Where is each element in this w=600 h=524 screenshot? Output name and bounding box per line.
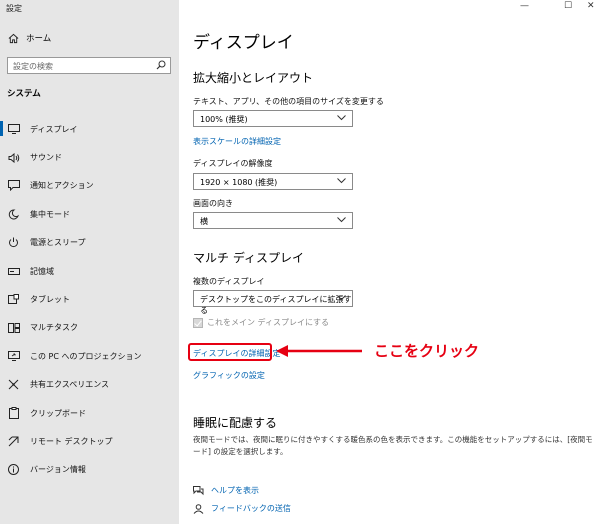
- sidebar-item-power[interactable]: 電源とスリープ: [0, 229, 179, 257]
- sleep-section-heading: 睡眠に配慮する: [193, 416, 278, 430]
- sidebar-item-label: クリップボード: [30, 408, 86, 418]
- help-link-label: ヘルプを表示: [211, 486, 259, 495]
- sidebar-item-about[interactable]: バージョン情報: [0, 456, 179, 484]
- speaker-icon: [7, 151, 20, 164]
- resolution-label: ディスプレイの解像度: [193, 159, 273, 168]
- sidebar-item-tablet[interactable]: タブレット: [0, 285, 179, 313]
- sidebar-item-multitask[interactable]: マルチタスク: [0, 314, 179, 342]
- feedback-link[interactable]: フィードバックの送信: [193, 503, 291, 514]
- sidebar-item-label: タブレット: [30, 295, 70, 305]
- info-icon: [7, 463, 20, 476]
- sidebar-item-label: 共有エクスペリエンス: [30, 380, 110, 390]
- multi-display-dropdown[interactable]: デスクトップをこのディスプレイに拡張する: [193, 290, 353, 315]
- sidebar-item-shared-experiences[interactable]: 共有エクスペリエンス: [0, 371, 179, 399]
- scale-label: テキスト、アプリ、その他の項目のサイズを変更する: [193, 97, 384, 106]
- search-icon: [156, 60, 166, 70]
- notification-icon: [7, 179, 20, 192]
- maximize-button[interactable]: ☐: [564, 1, 572, 11]
- sidebar-item-focus[interactable]: 集中モード: [0, 200, 179, 228]
- main-display-checkbox-row: これをメイン ディスプレイにする: [193, 317, 329, 328]
- nav-list: ディスプレイ サウンド 通知とアクション 集中モード 電源とスリープ 記憶域 タ…: [0, 115, 179, 484]
- close-button[interactable]: ✕: [587, 1, 595, 11]
- multi-display-value: デスクトップをこのディスプレイに拡張する: [200, 295, 352, 315]
- sidebar-item-label: 通知とアクション: [30, 181, 94, 191]
- multi-display-heading: マルチ ディスプレイ: [193, 251, 304, 265]
- home-link[interactable]: ホーム: [8, 32, 51, 44]
- sidebar-item-remote-desktop[interactable]: リモート デスクトップ: [0, 427, 179, 455]
- app-title: 設定: [6, 4, 22, 13]
- orientation-value: 横: [200, 217, 208, 226]
- arrow-icon: [276, 345, 362, 357]
- power-icon: [7, 236, 20, 249]
- graphics-settings-link[interactable]: グラフィックの設定: [193, 370, 265, 381]
- scale-section-heading: 拡大縮小とレイアウト: [193, 71, 314, 85]
- highlight-box: [188, 343, 272, 361]
- chevron-down-icon: [337, 295, 346, 301]
- scale-advanced-link[interactable]: 表示スケールの詳細設定: [193, 136, 281, 147]
- orientation-label: 画面の向き: [193, 199, 233, 208]
- scale-dropdown[interactable]: 100% (推奨): [193, 110, 353, 127]
- main-display-checkbox-label: これをメイン ディスプレイにする: [207, 318, 330, 327]
- sidebar-item-clipboard[interactable]: クリップボード: [0, 399, 179, 427]
- sidebar-item-label: 集中モード: [30, 209, 70, 219]
- home-label: ホーム: [26, 34, 52, 44]
- share-icon: [7, 378, 20, 391]
- search-placeholder: 設定の検索: [13, 62, 53, 71]
- chevron-down-icon: [337, 115, 346, 121]
- page-title: ディスプレイ: [193, 33, 294, 53]
- chevron-down-icon: [337, 178, 346, 184]
- sidebar-item-projection[interactable]: この PC へのプロジェクション: [0, 342, 179, 370]
- multi-display-label: 複数のディスプレイ: [193, 277, 265, 286]
- sidebar-item-label: リモート デスクトップ: [30, 436, 113, 446]
- scale-value: 100% (推奨): [200, 115, 248, 124]
- resolution-value: 1920 × 1080 (推奨): [200, 178, 278, 187]
- home-icon: [8, 33, 19, 43]
- help-icon: [193, 485, 204, 495]
- sleep-description: 夜間モードでは、夜間に眠りに付きやすくする暖色系の色を表示できます。この機能をセ…: [193, 435, 593, 456]
- search-input[interactable]: 設定の検索: [7, 57, 171, 74]
- callout-text: ここをクリック: [374, 342, 480, 360]
- multitask-icon: [7, 321, 20, 334]
- feedback-link-label: フィードバックの送信: [211, 504, 291, 513]
- tablet-icon: [7, 293, 20, 306]
- main-display-checkbox: [193, 317, 203, 328]
- sidebar-item-label: 電源とスリープ: [30, 238, 86, 248]
- help-link[interactable]: ヘルプを表示: [193, 485, 259, 496]
- monitor-icon: [7, 123, 20, 136]
- sidebar-item-notifications[interactable]: 通知とアクション: [0, 172, 179, 200]
- orientation-dropdown[interactable]: 横: [193, 212, 353, 229]
- sidebar-item-storage[interactable]: 記憶域: [0, 257, 179, 285]
- sidebar: 設定 ホーム 設定の検索 システム ディスプレイ サウンド 通知とアクション 集…: [0, 0, 179, 524]
- sidebar-item-sound[interactable]: サウンド: [0, 143, 179, 171]
- feedback-icon: [193, 503, 204, 514]
- sidebar-item-label: この PC へのプロジェクション: [30, 351, 142, 361]
- sidebar-item-label: ディスプレイ: [30, 124, 78, 134]
- projection-icon: [7, 350, 20, 363]
- sidebar-item-display[interactable]: ディスプレイ: [0, 115, 179, 143]
- moon-icon: [7, 208, 20, 221]
- section-label: システム: [7, 89, 41, 99]
- sidebar-item-label: マルチタスク: [30, 323, 78, 333]
- chevron-down-icon: [337, 217, 346, 223]
- sidebar-item-label: 記憶域: [30, 266, 54, 276]
- storage-icon: [7, 265, 20, 278]
- resolution-dropdown[interactable]: 1920 × 1080 (推奨): [193, 173, 353, 190]
- remote-icon: [7, 435, 20, 448]
- sidebar-item-label: サウンド: [30, 153, 62, 163]
- main-pane: — ☐ ✕ ディスプレイ 拡大縮小とレイアウト テキスト、アプリ、その他の項目の…: [179, 0, 600, 524]
- sidebar-item-label: バージョン情報: [30, 465, 86, 475]
- minimize-button[interactable]: —: [520, 1, 529, 11]
- clipboard-icon: [7, 407, 20, 420]
